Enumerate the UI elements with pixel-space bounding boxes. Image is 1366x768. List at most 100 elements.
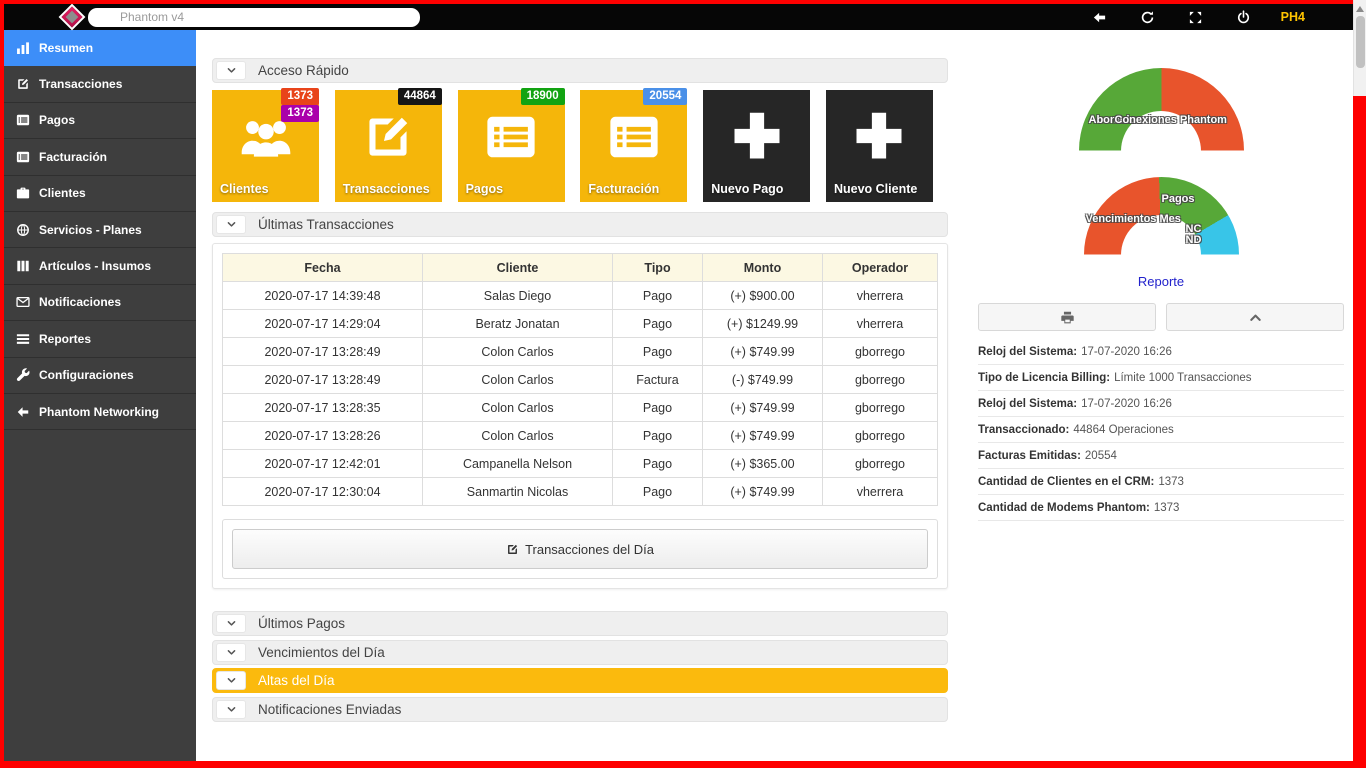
cell-monto: (+) $900.00: [703, 282, 823, 310]
sidebar-item-articulos-insumos[interactable]: Artículos - Insumos: [4, 248, 196, 284]
back-button[interactable]: [1091, 9, 1108, 26]
fullscreen-button[interactable]: [1187, 9, 1204, 26]
chevron-down-icon: [226, 675, 237, 686]
table-row[interactable]: 2020-07-17 14:39:48Salas DiegoPago(+) $9…: [223, 282, 938, 310]
sidebar-item-resumen[interactable]: Resumen: [4, 30, 196, 66]
collapse-toggle-button[interactable]: [216, 215, 246, 234]
scroll-up-arrow-icon[interactable]: [1356, 6, 1364, 12]
tile-clientes[interactable]: 1373 1373 Clientes: [212, 90, 319, 202]
panel-title: Altas del Día: [258, 673, 335, 688]
accordion-acceso-rapido[interactable]: Acceso Rápido: [212, 58, 948, 83]
refresh-button[interactable]: [1139, 9, 1156, 26]
table-row[interactable]: 2020-07-17 13:28:49Colon CarlosFactura(-…: [223, 366, 938, 394]
cell-fecha: 2020-07-17 13:28:26: [223, 422, 423, 450]
tile-transacciones[interactable]: 44864 Transacciones: [335, 90, 442, 202]
transactions-card: Fecha Cliente Tipo Monto Operador 2020-0…: [212, 243, 948, 589]
tile-pagos[interactable]: 18900 Pagos: [458, 90, 565, 202]
sidebar-item-label: Artículos - Insumos: [39, 259, 151, 273]
accordion-vencimientos-del-dia[interactable]: Vencimientos del Día: [212, 640, 948, 665]
reporte-link[interactable]: Reporte: [975, 274, 1347, 289]
cell-monto: (+) $1249.99: [703, 310, 823, 338]
back-icon: [1092, 10, 1107, 25]
collapse-panel-button[interactable]: [1166, 303, 1344, 331]
cell-cliente: Colon Carlos: [423, 422, 613, 450]
table-row[interactable]: 2020-07-17 12:42:01Campanella NelsonPago…: [223, 450, 938, 478]
column-header: Cliente: [423, 254, 613, 282]
sidebar-item-label: Pagos: [39, 113, 75, 127]
sidebar-item-facturacion[interactable]: Facturación: [4, 139, 196, 175]
table-row[interactable]: 2020-07-17 13:28:49Colon CarlosPago(+) $…: [223, 338, 938, 366]
gauge-slice-label: Vencimientos Mes: [1086, 213, 1181, 225]
vertical-scrollbar[interactable]: [1353, 0, 1366, 96]
envelope-icon: [16, 295, 30, 309]
users-icon: [239, 110, 293, 164]
collapse-toggle-button[interactable]: [216, 61, 246, 80]
sidebar-item-transacciones[interactable]: Transacciones: [4, 66, 196, 102]
quick-access-tiles: 1373 1373 Clientes 44864 Transacciones 1…: [212, 90, 948, 202]
gauge-chart-abonados: Abonados Conexiones Phantom: [1079, 68, 1244, 151]
fullscreen-icon: [1188, 10, 1203, 25]
cell-tipo: Pago: [613, 282, 703, 310]
sidebar-item-configuraciones[interactable]: Configuraciones: [4, 358, 196, 394]
cell-fecha: 2020-07-17 13:28:49: [223, 366, 423, 394]
accordion-ultimas-transacciones[interactable]: Últimas Transacciones: [212, 212, 948, 237]
top-navbar: PH4: [4, 4, 1353, 30]
sidebar-item-reportes[interactable]: Reportes: [4, 321, 196, 357]
transactions-table: Fecha Cliente Tipo Monto Operador 2020-0…: [222, 253, 938, 506]
sidebar-item-clientes[interactable]: Clientes: [4, 176, 196, 212]
status-line: Reloj del Sistema:17-07-2020 16:26: [978, 339, 1344, 365]
plus-icon: [849, 106, 909, 166]
collapse-toggle-button[interactable]: [216, 700, 246, 719]
transacciones-del-dia-button[interactable]: Transacciones del Día: [232, 529, 928, 569]
status-value: 44864 Operaciones: [1073, 424, 1173, 436]
cell-fecha: 2020-07-17 14:29:04: [223, 310, 423, 338]
tile-nuevo-cliente[interactable]: Nuevo Cliente: [826, 90, 933, 202]
table-row[interactable]: 2020-07-17 12:30:04Sanmartin NicolasPago…: [223, 478, 938, 506]
tile-facturacion[interactable]: 20554 Facturación: [580, 90, 687, 202]
system-status-list: Reloj del Sistema:17-07-2020 16:26 Tipo …: [975, 339, 1347, 521]
accordion-altas-del-dia[interactable]: Altas del Día: [212, 668, 948, 693]
table-row[interactable]: 2020-07-17 14:29:04Beratz JonatanPago(+)…: [223, 310, 938, 338]
status-line: Cantidad de Clientes en el CRM:1373: [978, 469, 1344, 495]
status-line: Transaccionado:44864 Operaciones: [978, 417, 1344, 443]
tile-nuevo-pago[interactable]: Nuevo Pago: [703, 90, 810, 202]
sidebar-item-phantom-networking[interactable]: Phantom Networking: [4, 394, 196, 430]
search-input[interactable]: [88, 8, 420, 27]
collapse-toggle-button[interactable]: [216, 643, 246, 662]
tile-label: Nuevo Pago: [711, 182, 783, 196]
status-value: 1373: [1158, 476, 1184, 488]
print-button[interactable]: [978, 303, 1156, 331]
cell-operador: gborrego: [823, 450, 938, 478]
chevron-down-icon: [226, 618, 237, 629]
cell-fecha: 2020-07-17 13:28:49: [223, 338, 423, 366]
tile-label: Clientes: [220, 182, 269, 196]
cell-operador: gborrego: [823, 422, 938, 450]
cell-tipo: Pago: [613, 478, 703, 506]
cell-fecha: 2020-07-17 12:42:01: [223, 450, 423, 478]
table-row[interactable]: 2020-07-17 13:28:26Colon CarlosPago(+) $…: [223, 422, 938, 450]
tile-label: Nuevo Cliente: [834, 182, 917, 196]
rows-icon: [16, 332, 30, 346]
status-line: Tipo de Licencia Billing:Límite 1000 Tra…: [978, 365, 1344, 391]
phantom-logo[interactable]: [61, 7, 82, 28]
table-row[interactable]: 2020-07-17 13:28:35Colon CarlosPago(+) $…: [223, 394, 938, 422]
collapse-toggle-button[interactable]: [216, 671, 246, 690]
plus-icon: [727, 106, 787, 166]
collapse-toggle-button[interactable]: [216, 614, 246, 633]
globe-icon: [16, 223, 30, 237]
column-header: Operador: [823, 254, 938, 282]
column-header: Tipo: [613, 254, 703, 282]
user-menu[interactable]: PH4: [1281, 10, 1305, 24]
power-button[interactable]: [1235, 9, 1252, 26]
scrollbar-thumb[interactable]: [1356, 16, 1365, 68]
accordion-notificaciones-enviadas[interactable]: Notificaciones Enviadas: [212, 697, 948, 722]
sidebar-item-pagos[interactable]: Pagos: [4, 103, 196, 139]
cell-cliente: Beratz Jonatan: [423, 310, 613, 338]
cell-tipo: Pago: [613, 394, 703, 422]
button-label: Transacciones del Día: [525, 542, 654, 557]
status-line: Facturas Emitidas:20554: [978, 443, 1344, 469]
sidebar-item-servicios-planes[interactable]: Servicios - Planes: [4, 212, 196, 248]
status-value: 1373: [1154, 502, 1180, 514]
sidebar-item-notificaciones[interactable]: Notificaciones: [4, 285, 196, 321]
accordion-ultimos-pagos[interactable]: Últimos Pagos: [212, 611, 948, 636]
